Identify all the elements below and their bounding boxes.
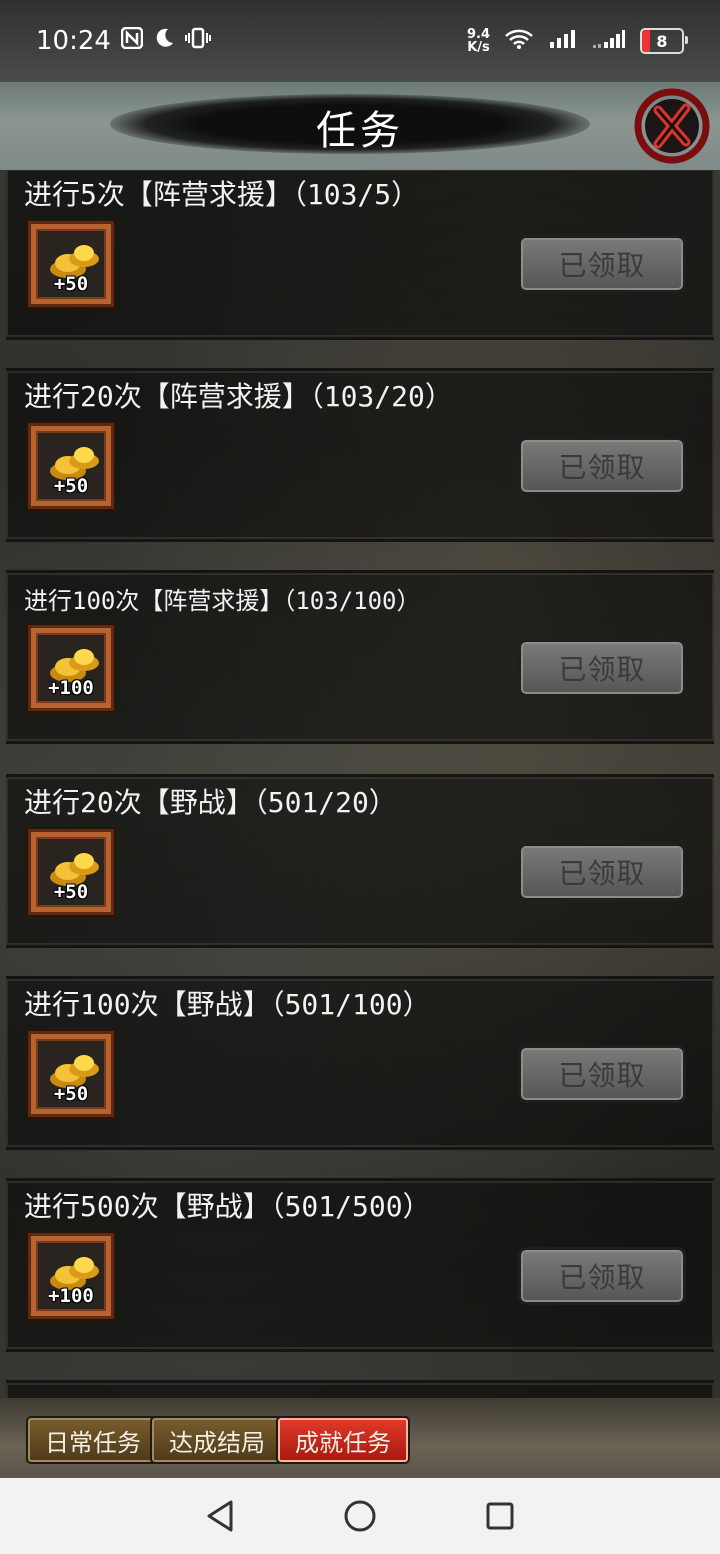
moon-icon: [153, 26, 175, 56]
wifi-icon: [504, 28, 534, 54]
task-title: 进行5次【阵营求援】（103/5）: [24, 178, 420, 211]
task-title: 进行500次【野战】（501/500）: [24, 1190, 431, 1223]
reward-slot[interactable]: +50: [28, 829, 114, 915]
task-title: 进行100次【野战】（501/100）: [24, 988, 431, 1021]
close-button[interactable]: [628, 86, 712, 166]
status-bar: 10:24 9.4 K/s 8: [0, 0, 720, 82]
system-nav-bar: [0, 1478, 720, 1554]
battery-indicator: 8: [640, 28, 688, 54]
net-speed: 9.4 K/s: [466, 27, 490, 55]
reward-amount: +100: [48, 1285, 94, 1307]
close-x-icon: [634, 88, 710, 164]
reward-amount: +50: [53, 1083, 89, 1105]
signal-icon: [548, 28, 578, 54]
vibrate-icon: [184, 26, 211, 56]
title-bar: 任务: [0, 82, 720, 170]
task-item: 进行500次【野战】（501/500） +100 已领取: [6, 1178, 714, 1352]
reward-amount: +50: [53, 475, 89, 497]
task-item: 进行100次【阵营求援】（103/100） +100 已领取: [6, 570, 714, 744]
task-title: 进行20次【野战】（501/20）: [24, 786, 397, 819]
home-button[interactable]: [336, 1492, 384, 1540]
claimed-button[interactable]: 已领取: [518, 639, 686, 697]
recents-square-icon: [486, 1502, 514, 1530]
reward-slot[interactable]: +50: [28, 221, 114, 307]
claimed-button[interactable]: 已领取: [518, 1045, 686, 1103]
tab-bar: 日常任务 达成结局 成就任务: [0, 1398, 720, 1478]
back-button[interactable]: [196, 1492, 244, 1540]
claimed-button[interactable]: 已领取: [518, 1247, 686, 1305]
task-item: [6, 1380, 714, 1398]
nfc-icon: [120, 26, 144, 56]
task-item: 进行20次【野战】（501/20） +50 已领取: [6, 774, 714, 948]
task-title: 进行100次【阵营求援】（103/100）: [24, 587, 421, 615]
reward-amount: +100: [48, 677, 94, 699]
reward-slot[interactable]: +50: [28, 1031, 114, 1117]
task-list[interactable]: 进行5次【阵营求援】（103/5） +50 已领取 进行20次【阵营求援】（10…: [6, 170, 714, 1398]
home-circle-icon: [344, 1500, 376, 1532]
reward-slot[interactable]: +100: [28, 625, 114, 711]
task-item: 进行5次【阵营求援】（103/5） +50 已领取: [6, 170, 714, 340]
reward-amount: +50: [53, 881, 89, 903]
task-title: 进行20次【阵营求援】（103/20）: [24, 380, 453, 413]
claimed-button[interactable]: 已领取: [518, 235, 686, 293]
back-triangle-icon: [207, 1500, 233, 1532]
recents-button[interactable]: [476, 1492, 524, 1540]
signal-icon: [592, 28, 626, 54]
clock: 10:24: [36, 26, 111, 56]
claimed-button[interactable]: 已领取: [518, 437, 686, 495]
reward-slot[interactable]: +50: [28, 423, 114, 509]
tab-achievements[interactable]: 成就任务: [276, 1416, 410, 1464]
reward-slot[interactable]: +100: [28, 1233, 114, 1319]
tab-daily-tasks[interactable]: 日常任务: [26, 1416, 160, 1464]
task-item: 进行20次【阵营求援】（103/20） +50 已领取: [6, 368, 714, 542]
task-item: 进行100次【野战】（501/100） +50 已领取: [6, 976, 714, 1150]
tab-endings[interactable]: 达成结局: [150, 1416, 284, 1464]
claimed-button[interactable]: 已领取: [518, 843, 686, 901]
reward-amount: +50: [53, 273, 89, 295]
page-title: 任务: [316, 108, 404, 154]
